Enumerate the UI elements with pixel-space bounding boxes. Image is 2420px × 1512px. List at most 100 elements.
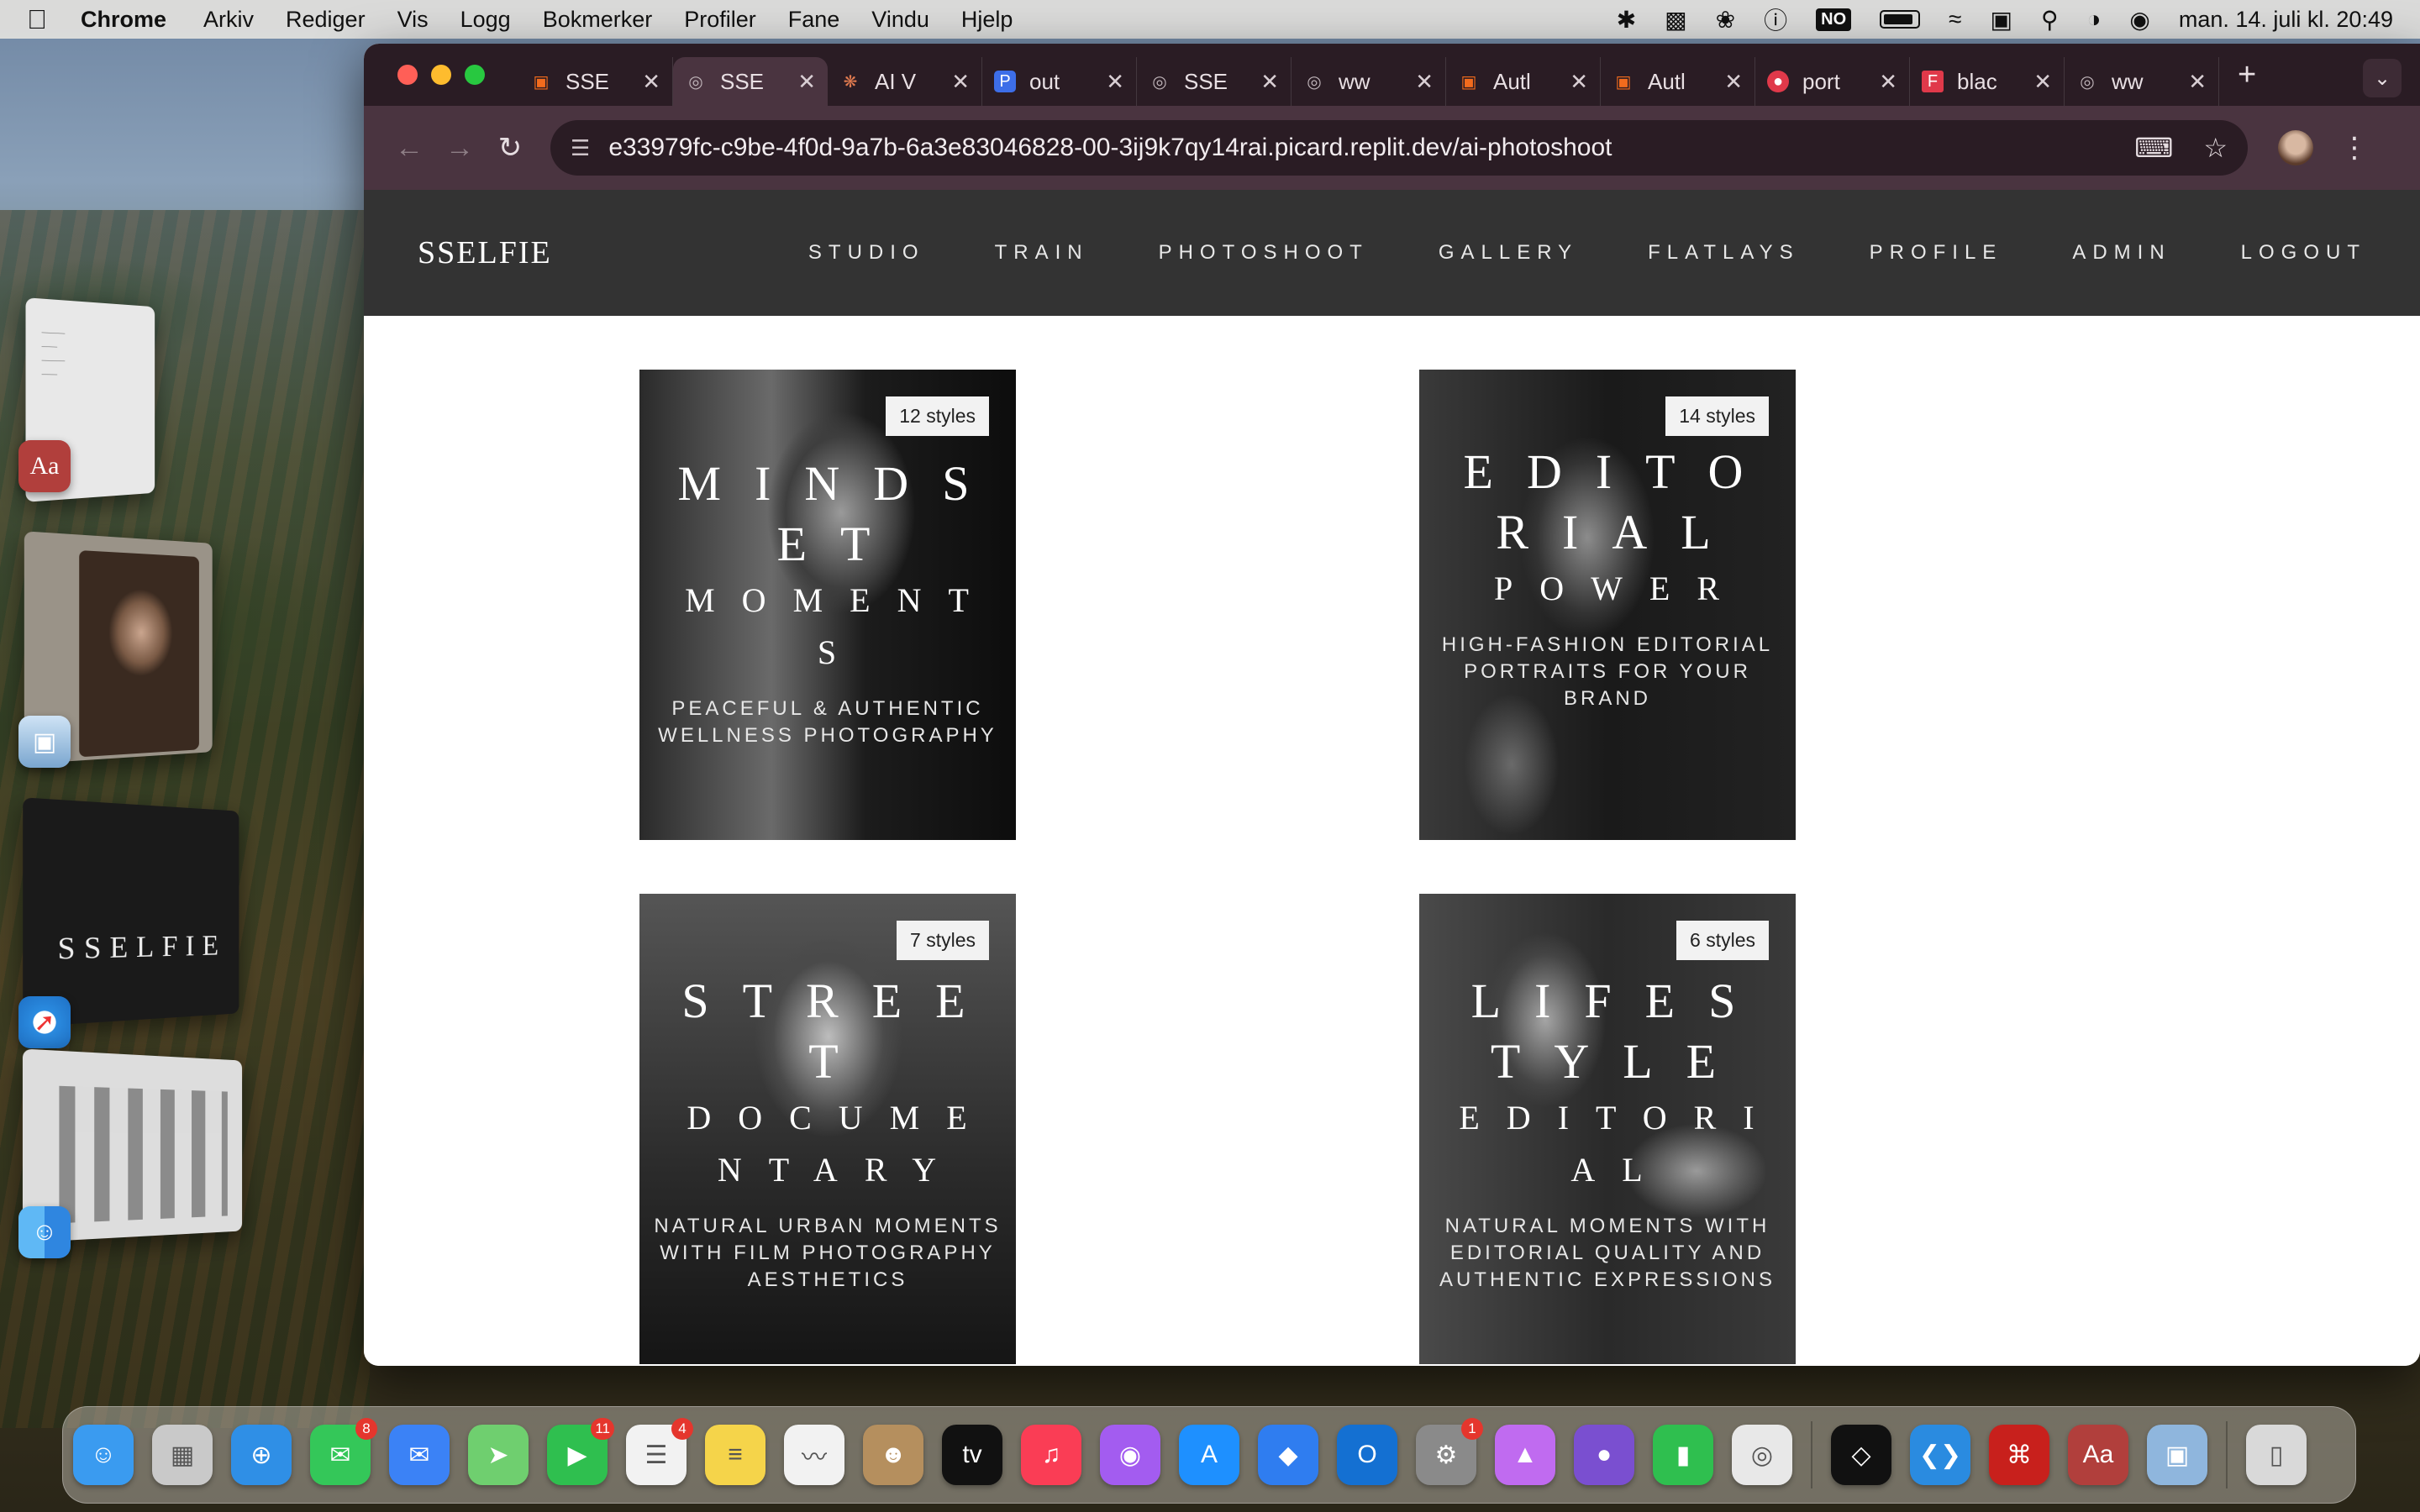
- collection-card-street[interactable]: 7 styles STREET DOCUMENTARY NATURAL URBA…: [639, 894, 1016, 1364]
- maps-icon[interactable]: ➤: [468, 1425, 529, 1485]
- safari-icon[interactable]: ⊕: [231, 1425, 292, 1485]
- acrobat-icon[interactable]: ⌘: [1989, 1425, 2049, 1485]
- keyboard-layout-badge[interactable]: NO: [1816, 8, 1852, 31]
- chatgpt-icon[interactable]: ❀: [1716, 6, 1735, 34]
- battery-icon[interactable]: [1880, 10, 1921, 29]
- forward-arrow-icon[interactable]: →: [434, 132, 485, 165]
- vscode-icon[interactable]: ❮❯: [1910, 1425, 1970, 1485]
- close-window-button[interactable]: [397, 65, 418, 85]
- minimize-window-button[interactable]: [431, 65, 451, 85]
- numbers-icon[interactable]: ▮: [1653, 1425, 1713, 1485]
- keynote-icon[interactable]: ▲: [1495, 1425, 1555, 1485]
- close-tab-icon[interactable]: ✕: [2033, 69, 2052, 95]
- collection-card-lifestyle[interactable]: 6 styles LIFESTYLE EDITORIAL NATURAL MOM…: [1419, 894, 1796, 1364]
- tab-3[interactable]: P out ✕: [982, 57, 1137, 106]
- bluetooth-icon[interactable]: ✱: [1617, 6, 1636, 34]
- site-settings-icon[interactable]: ☰: [571, 135, 590, 161]
- menu-arkiv[interactable]: Arkiv: [203, 7, 254, 33]
- menu-profiler[interactable]: Profiler: [684, 7, 756, 33]
- collection-card-mindset[interactable]: 12 styles MINDSET MOMENTS PEACEFUL & AUT…: [639, 370, 1016, 840]
- nav-logout[interactable]: LOGOUT: [2241, 241, 2366, 265]
- dictionary-icon[interactable]: Aa: [2068, 1425, 2128, 1485]
- address-bar[interactable]: ☰ e33979fc-c9be-4f0d-9a7b-6a3e83046828-0…: [550, 120, 2248, 176]
- nav-profile[interactable]: PROFILE: [1870, 241, 2003, 265]
- music-icon[interactable]: ♫: [1021, 1425, 1081, 1485]
- unity-icon[interactable]: ◇: [1831, 1425, 1891, 1485]
- tab-0[interactable]: ▣ SSE ✕: [518, 57, 673, 106]
- safari-icon[interactable]: ➚: [18, 996, 71, 1048]
- menu-vis[interactable]: Vis: [397, 7, 429, 33]
- close-tab-icon[interactable]: ✕: [2188, 69, 2207, 95]
- tab-7[interactable]: ▣ Autl ✕: [1601, 57, 1755, 106]
- menu-bokmerker[interactable]: Bokmerker: [543, 7, 653, 33]
- profile-avatar[interactable]: [2278, 130, 2313, 165]
- more-menu-icon[interactable]: ⋮: [2340, 131, 2369, 165]
- nav-gallery[interactable]: GALLERY: [1439, 241, 1578, 265]
- trash-icon[interactable]: ▯: [2246, 1425, 2307, 1485]
- site-logo[interactable]: SSELFIE: [418, 234, 552, 271]
- settings-icon[interactable]: ⚙ 1: [1416, 1418, 1483, 1485]
- chrome-icon[interactable]: ◎: [1732, 1425, 1792, 1485]
- preview-icon[interactable]: ▣: [18, 716, 71, 768]
- nav-train[interactable]: TRAIN: [995, 241, 1089, 265]
- wifi-icon[interactable]: ≈: [1949, 6, 1961, 33]
- tab-9[interactable]: F blac ✕: [1910, 57, 2065, 106]
- close-tab-icon[interactable]: ✕: [951, 69, 970, 95]
- tab-5[interactable]: ◎ ww ✕: [1292, 57, 1446, 106]
- new-tab-button[interactable]: +: [2238, 57, 2256, 93]
- close-tab-icon[interactable]: ✕: [1879, 69, 1897, 95]
- close-tab-icon[interactable]: ✕: [797, 69, 816, 95]
- tab-2[interactable]: ❋ AI V ✕: [828, 57, 982, 106]
- close-tab-icon[interactable]: ✕: [1570, 69, 1588, 95]
- menu-app-chrome[interactable]: Chrome: [81, 7, 166, 33]
- tab-6[interactable]: ▣ Autl ✕: [1446, 57, 1601, 106]
- menu-rediger[interactable]: Rediger: [286, 7, 366, 33]
- notes-icon[interactable]: ≡: [705, 1425, 765, 1485]
- facetime-icon[interactable]: ▶ 11: [547, 1418, 614, 1485]
- freeform-icon[interactable]: 〰: [784, 1425, 844, 1485]
- tab-search-chevron-icon[interactable]: ⌄: [2363, 59, 2402, 97]
- nav-photoshoot[interactable]: PHOTOSHOOT: [1159, 241, 1369, 265]
- tab-8[interactable]: ● port ✕: [1755, 57, 1910, 106]
- menu-fane[interactable]: Fane: [788, 7, 840, 33]
- url-text[interactable]: e33979fc-c9be-4f0d-9a7b-6a3e83046828-00-…: [608, 134, 2104, 162]
- spotlight-search-icon[interactable]: ⚲: [2041, 6, 2059, 34]
- finder-icon[interactable]: ☺: [73, 1425, 134, 1485]
- close-tab-icon[interactable]: ✕: [1260, 69, 1279, 95]
- roblox-icon[interactable]: ◆: [1258, 1425, 1318, 1485]
- launchpad-icon[interactable]: ▦: [152, 1425, 213, 1485]
- outlook-icon[interactable]: O: [1337, 1425, 1397, 1485]
- close-tab-icon[interactable]: ✕: [1106, 69, 1124, 95]
- close-tab-icon[interactable]: ✕: [642, 69, 660, 95]
- menu-clock[interactable]: man. 14. juli kl. 20:49: [2179, 7, 2393, 33]
- preview-icon[interactable]: ▣: [2147, 1425, 2207, 1485]
- display-icon[interactable]: ▩: [1665, 6, 1686, 34]
- appstore-icon[interactable]: A: [1179, 1425, 1239, 1485]
- collection-card-editorial[interactable]: 14 styles EDITORIAL POWER HIGH-FASHION E…: [1419, 370, 1796, 840]
- messages-icon[interactable]: ✉ 8: [310, 1418, 377, 1485]
- finder-icon[interactable]: ☺: [18, 1206, 71, 1258]
- menu-hjelp[interactable]: Hjelp: [961, 7, 1013, 33]
- menu-logg[interactable]: Logg: [460, 7, 511, 33]
- dictionary-icon[interactable]: Aa: [18, 440, 71, 492]
- contacts-icon[interactable]: ☻: [863, 1425, 923, 1485]
- tab-1-active[interactable]: ◎ SSE ✕: [673, 57, 828, 106]
- tab-10[interactable]: ◎ ww ✕: [2065, 57, 2219, 106]
- back-arrow-icon[interactable]: ←: [384, 132, 434, 165]
- apple-menu-icon[interactable]: : [27, 4, 47, 35]
- siri-icon[interactable]: ◉: [2129, 6, 2149, 34]
- nav-flatlays[interactable]: FLATLAYS: [1648, 241, 1799, 265]
- tab-4[interactable]: ◎ SSE ✕: [1137, 57, 1292, 106]
- zoom-window-button[interactable]: [465, 65, 485, 85]
- nav-studio[interactable]: STUDIO: [808, 241, 925, 265]
- podcasts-icon[interactable]: ◉: [1100, 1425, 1160, 1485]
- close-tab-icon[interactable]: ✕: [1724, 69, 1743, 95]
- accessibility-icon[interactable]: ⓘ: [1764, 3, 1787, 36]
- menu-vindu[interactable]: Vindu: [871, 7, 929, 33]
- bookmark-star-icon[interactable]: ☆: [2203, 132, 2228, 164]
- translate-icon[interactable]: ⌨: [2134, 132, 2173, 164]
- reload-icon[interactable]: ↻: [485, 131, 535, 165]
- nav-admin[interactable]: ADMIN: [2072, 241, 2170, 265]
- screen-share-icon[interactable]: ▣: [1991, 6, 2012, 34]
- mail-icon[interactable]: ✉: [389, 1425, 450, 1485]
